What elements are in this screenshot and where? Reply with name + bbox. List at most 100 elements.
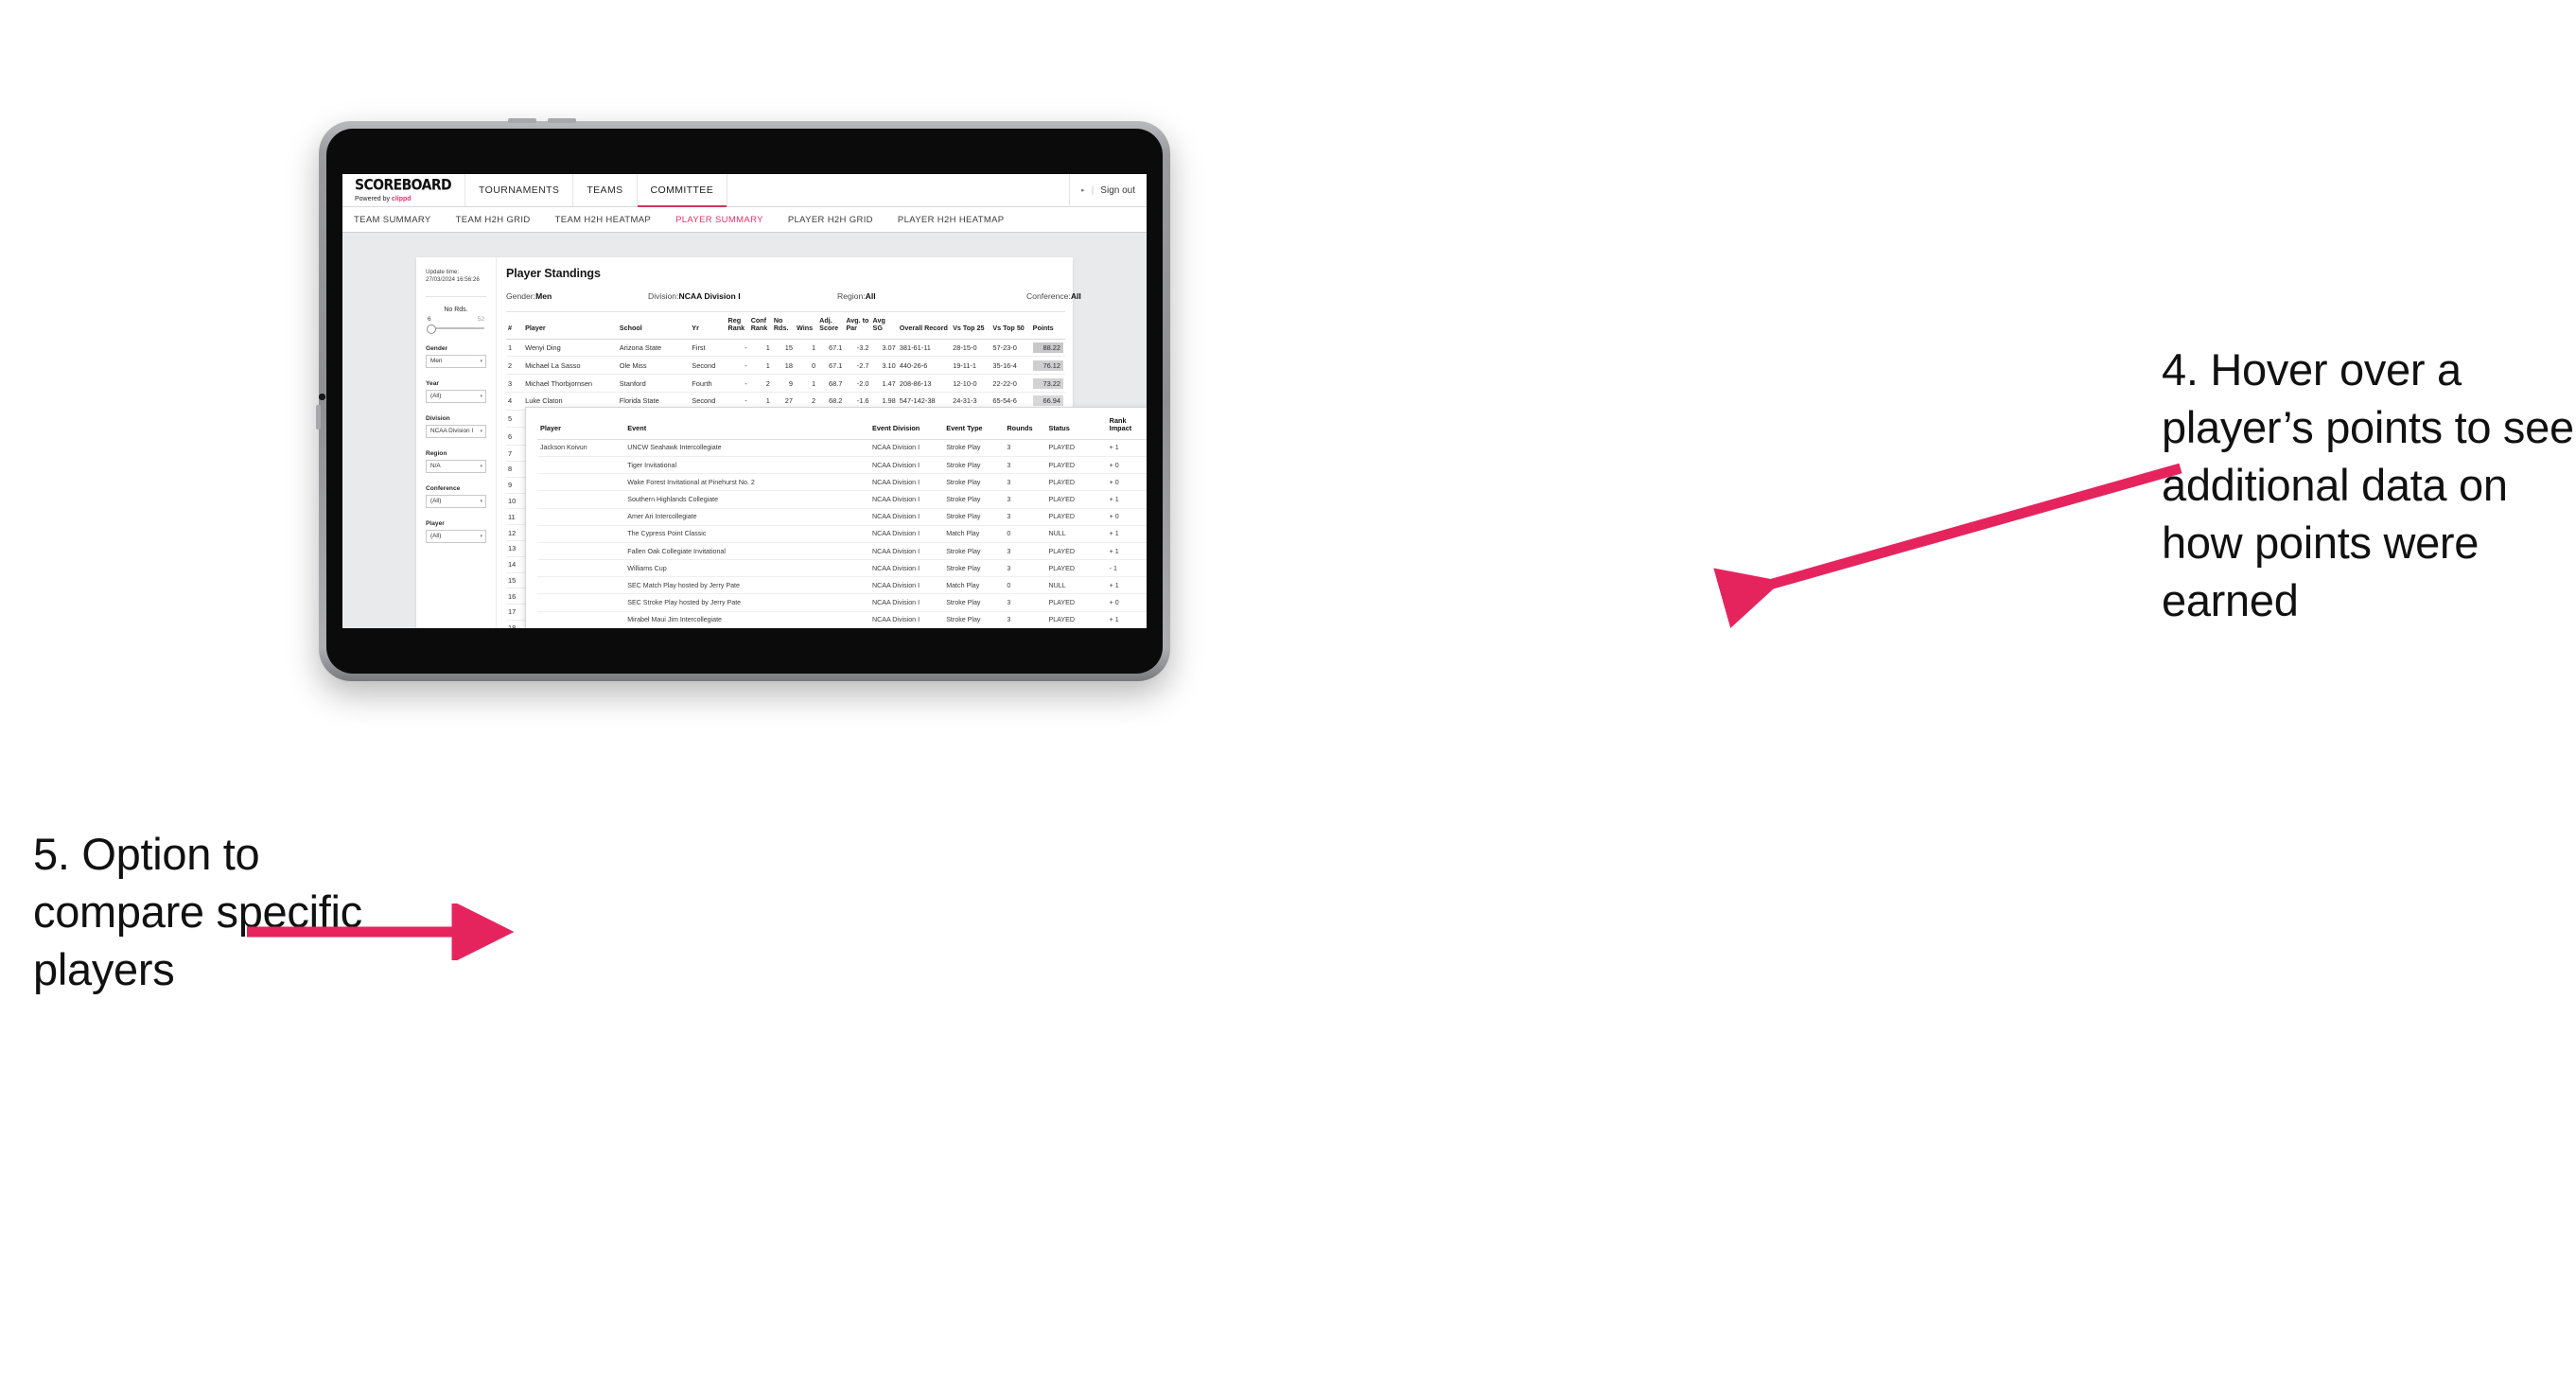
- table-row[interactable]: 3 Michael Thorbjornsen Stanford Fourth -2 9 1 6…: [506, 374, 1065, 393]
- tooltip-cell-event: SEC Match Play hosted by Jerry Pate: [624, 576, 869, 595]
- filter-division-value: NCAA Division I: [430, 428, 474, 435]
- cell-school: Ole Miss: [617, 356, 691, 376]
- tooltip-header-row: Player Event Event Division Event Type R…: [537, 415, 1147, 440]
- cell-rank: 10: [506, 493, 524, 510]
- col-overall-record[interactable]: Overall Record: [897, 312, 952, 340]
- tooltip-cell-rounds: 3: [1004, 456, 1046, 475]
- tooltip-row: Williams Cup NCAA Division I Stroke Play 3 P…: [537, 559, 1147, 578]
- tab-player-h2h-grid[interactable]: PLAYER H2H GRID: [788, 215, 873, 225]
- brand-powered-by: Powered by clippd: [355, 196, 451, 202]
- cell-record: 208-86-13: [897, 374, 952, 393]
- tooltip-row: Mirabel Maui Jim Intercollegiate NCAA Div…: [537, 611, 1147, 628]
- table-row[interactable]: 2 Michael La Sasso Ole Miss Second -1 18 0 67.1…: [506, 356, 1065, 376]
- tooltip-cell-event: Williams Cup: [624, 559, 869, 578]
- filter-year-value: (All): [430, 393, 442, 400]
- meta-gender-key: Gender:: [506, 291, 536, 301]
- cell-player: Wenyi Ding: [523, 339, 618, 358]
- tooltip-cell-division: NCAA Division I: [868, 439, 944, 457]
- cell-rank: 14: [506, 556, 524, 573]
- tooltip-cell-rounds: 0: [1004, 576, 1046, 595]
- col-conf-rank[interactable]: Conf Rank: [748, 312, 772, 340]
- chevron-down-icon: ▾: [480, 428, 482, 434]
- filter-player-select[interactable]: (All) ▾: [426, 529, 486, 543]
- tablet-power-button[interactable]: [316, 405, 321, 430]
- table-header-row: # Player School Yr Reg Rank Conf Rank No…: [506, 312, 1065, 340]
- col-no-rds[interactable]: No Rds.: [771, 312, 796, 340]
- col-reg-rank[interactable]: Reg Rank: [726, 312, 749, 340]
- tab-player-h2h-heatmap[interactable]: PLAYER H2H HEATMAP: [898, 215, 1005, 225]
- nav-item-teams[interactable]: TEAMS: [573, 174, 638, 206]
- tab-team-h2h-grid[interactable]: TEAM H2H GRID: [456, 215, 531, 225]
- col-adj-score[interactable]: Adj. Score: [817, 312, 845, 340]
- tooltip-cell-rounds: 3: [1004, 542, 1046, 561]
- cell-points[interactable]: 88.22: [1030, 339, 1065, 358]
- sign-out-link[interactable]: Sign out: [1100, 185, 1135, 196]
- col-avg-to-par[interactable]: Avg. to Par: [844, 312, 871, 340]
- cell-conf: 2: [748, 374, 772, 393]
- tooltip-cell-status: PLAYED: [1045, 559, 1107, 578]
- viz-meta: Gender: Men Division: NCAA Division I Re…: [506, 291, 1081, 312]
- col-player[interactable]: Player: [523, 312, 618, 340]
- tt-col-type: Event Type: [943, 415, 1005, 440]
- table-row[interactable]: 1 Wenyi Ding Arizona State First -1 15 1 67.1 -3…: [506, 339, 1065, 358]
- cell-conf: 1: [748, 356, 772, 376]
- meta-region-value: All: [865, 291, 876, 301]
- tooltip-cell-division: NCAA Division I: [868, 559, 944, 578]
- tablet-volume-up-button[interactable]: [508, 118, 536, 123]
- filter-no-rounds: No Rds. 6 52: [426, 307, 496, 334]
- col-vs-top-25[interactable]: Vs Top 25: [951, 312, 991, 340]
- cell-reg: -: [726, 374, 749, 393]
- col-wins[interactable]: Wins: [795, 312, 818, 340]
- cell-points[interactable]: 73.22: [1030, 374, 1065, 393]
- user-chevron-icon[interactable]: ▸: [1081, 186, 1085, 194]
- col-yr[interactable]: Yr: [690, 312, 727, 340]
- tab-team-h2h-heatmap[interactable]: TEAM H2H HEATMAP: [555, 215, 652, 225]
- filter-division-select[interactable]: NCAA Division I ▾: [426, 424, 486, 438]
- cell-school: Arizona State: [617, 339, 691, 358]
- col-points[interactable]: Points: [1030, 312, 1065, 340]
- tooltip-cell-player: Jackson Koivun: [537, 439, 625, 457]
- annotation-hover-points: 4. Hover over a player’s points to see a…: [2162, 344, 2574, 626]
- points-value[interactable]: 76.12: [1033, 360, 1063, 371]
- cell-yr: Second: [690, 356, 727, 376]
- col-vs-top-50[interactable]: Vs Top 50: [990, 312, 1031, 340]
- brand-logo[interactable]: SCOREBOARD Powered by clippd: [342, 174, 466, 206]
- col-avg-sg[interactable]: Avg SG: [870, 312, 898, 340]
- chevron-down-icon: ▾: [480, 358, 482, 364]
- no-rounds-slider[interactable]: [426, 324, 486, 334]
- filter-region-select[interactable]: N/A ▾: [426, 459, 486, 473]
- col-rank[interactable]: #: [506, 312, 524, 340]
- cell-rank: 4: [506, 392, 524, 411]
- filter-gender-select[interactable]: Men ▾: [426, 354, 486, 368]
- nav-item-committee[interactable]: COMMITTEE: [637, 174, 728, 207]
- cell-wins: 1: [795, 339, 818, 358]
- tooltip-cell-type: Stroke Play: [943, 559, 1005, 578]
- col-school[interactable]: School: [617, 312, 691, 340]
- tooltip-cell-status: PLAYED: [1045, 473, 1107, 492]
- cell-points[interactable]: 76.12: [1030, 356, 1065, 376]
- nav-item-tournaments[interactable]: TOURNAMENTS: [465, 174, 574, 206]
- cell-rank: 9: [506, 477, 524, 494]
- cell-player: Michael Thorbjornsen: [523, 374, 618, 393]
- tooltip-cell-division: NCAA Division I: [868, 456, 944, 475]
- tab-player-summary[interactable]: PLAYER SUMMARY: [675, 215, 763, 225]
- tt-col-rounds: Rounds: [1004, 415, 1046, 440]
- tt-col-event: Event: [624, 415, 869, 440]
- points-value[interactable]: 73.22: [1033, 377, 1063, 389]
- brand-name: SCOREBOARD: [355, 176, 452, 194]
- points-value[interactable]: 66.94: [1033, 395, 1063, 407]
- cell-adj: 67.1: [817, 356, 845, 376]
- tt-col-rank-impact: Rank Impact: [1106, 415, 1147, 440]
- filter-conference-select[interactable]: (All) ▾: [426, 494, 486, 508]
- tooltip-body: Jackson Koivun UNCW Seahawk Intercollegia…: [537, 439, 1147, 628]
- tooltip-cell-status: PLAYED: [1045, 593, 1107, 612]
- slider-handle[interactable]: [427, 324, 436, 334]
- tooltip-cell-type: Match Play: [943, 525, 1005, 543]
- tab-team-summary[interactable]: TEAM SUMMARY: [354, 215, 431, 225]
- filter-year-select[interactable]: (All) ▾: [426, 389, 486, 403]
- filter-gender-label: Gender: [426, 344, 448, 352]
- tooltip-cell-event: Mirabel Maui Jim Intercollegiate: [624, 611, 869, 628]
- points-value[interactable]: 88.22: [1033, 342, 1063, 353]
- tablet-volume-down-button[interactable]: [548, 118, 576, 123]
- cell-player: Michael La Sasso: [523, 356, 618, 376]
